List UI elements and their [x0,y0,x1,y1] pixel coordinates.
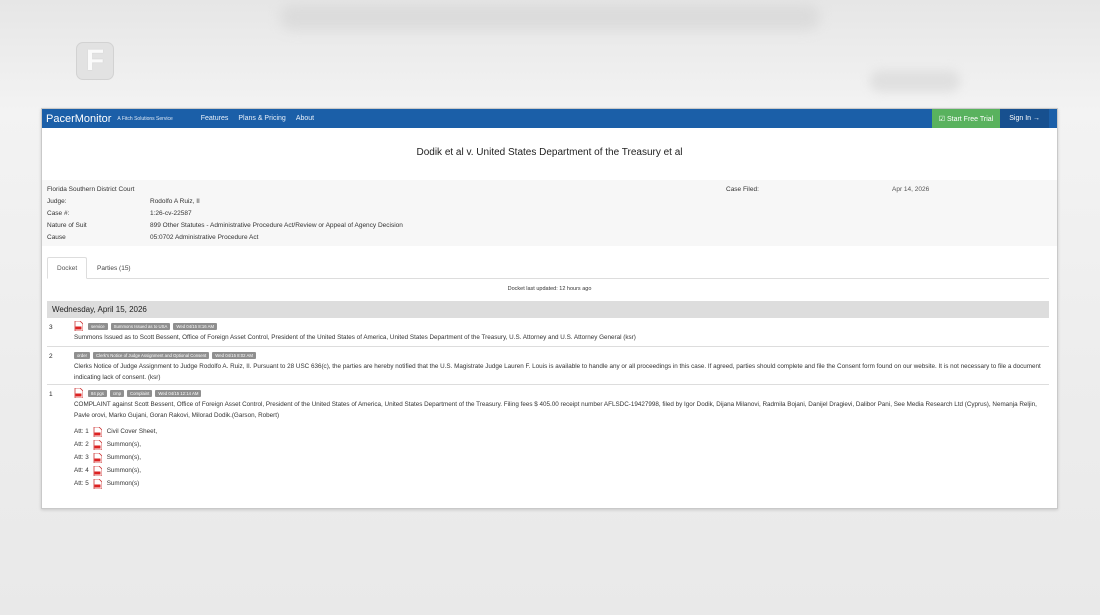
pdf-icon[interactable] [74,388,83,398]
entry-tag: Clerk's Notice of Judge Assignment and O… [93,351,210,359]
field-label: Judge: [47,198,67,205]
entry-tag: Wed 04/15 8:02 AM [212,351,256,359]
attachment-desc: Civil Cover Sheet, [106,428,158,435]
attachment-desc: Summon(s), [106,454,141,461]
info-row-judge: Judge: Rodolfo A Ruiz, II [47,198,200,205]
attachment-desc: Summon(s), [106,441,141,448]
entry-tag: cmp [109,389,125,397]
browser-page: PacerMonitor A Fitch Solutions Service F… [41,108,1058,509]
attachment-row[interactable]: Att: 3 Summon(s), [74,451,1049,464]
attachment-row[interactable]: Att: 1 Civil Cover Sheet, [74,425,1049,438]
attachment-desc: Summon(s) [106,480,140,487]
entry-number: 2 [49,353,53,360]
attachment-label: Att: 4 [74,467,89,474]
case-filed-label: Case Filed: [726,186,759,193]
entry-tag: Wed 04/15 12:14 AM [155,389,202,397]
pdf-icon[interactable] [93,452,102,463]
pdf-icon[interactable] [93,439,102,450]
case-title: Dodik et al v. United States Department … [416,147,683,158]
attachment-desc: Summon(s), [106,467,141,474]
court-name-text: Florida Southern District Court [47,186,135,193]
entry-number: 3 [49,324,53,331]
tab-parties[interactable]: Parties (15) [88,257,140,279]
entry-number: 1 [49,391,53,398]
case-filed-value: Apr 14, 2026 [892,186,930,193]
nav-link-plans-pricing[interactable]: Plans & Pricing [238,115,285,122]
pdf-icon[interactable] [74,321,83,331]
pdf-icon[interactable] [93,465,102,476]
top-navbar: PacerMonitor A Fitch Solutions Service F… [42,109,1057,128]
docket-date-heading: Wednesday, April 15, 2026 [47,301,1049,318]
field-label: Cause [47,234,66,241]
nav-link-features[interactable]: Features [201,115,229,122]
info-row-case-number: Case #: 1:26-cv-22587 [47,210,192,217]
entry-tag: Summons Issued as to USA [110,322,171,330]
info-row-cause: Cause 05:0702 Administrative Procedure A… [47,234,258,241]
tab-docket[interactable]: Docket [47,257,88,279]
brand-tagline: A Fitch Solutions Service [117,115,173,122]
start-free-trial-button[interactable]: ☑ Start Free Trial [931,109,1001,128]
entry-tag: order [74,351,91,359]
attachment-label: Att: 5 [74,480,89,487]
docket-entry: 2 order Clerk's Notice of Judge Assignme… [47,347,1049,385]
nav-links: Features Plans & Pricing About [201,115,324,122]
attachment-row[interactable]: Att: 2 Summon(s), [74,438,1049,451]
brand-logo[interactable]: PacerMonitor [46,113,111,125]
field-label: Case #: [47,210,70,217]
field-value: Rodolfo A Ruiz, II [150,198,200,205]
field-label: Nature of Suit [47,222,87,229]
pdf-icon[interactable] [93,478,102,489]
entry-text: COMPLAINT against Scott Bessent, Office … [74,401,1037,419]
field-value: 05:0702 Administrative Procedure Act [150,234,259,241]
docket-updated-note: Docket last updated: 12 hours ago [507,286,592,292]
docket-entry: 3 service Summons Issued as to USA Wed 0… [47,318,1049,347]
info-row-nature-of-suit: Nature of Suit 899 Other Statutes - Admi… [47,222,403,229]
attachment-row[interactable]: Att: 4 Summon(s), [74,464,1049,477]
court-name: Florida Southern District Court [47,186,134,193]
blurred-header-bar [280,4,820,30]
entry-text: Summons Issued as to Scott Bessent, Offi… [74,334,636,341]
entry-tag: service [88,322,108,330]
pdf-icon[interactable] [93,426,102,437]
nav-link-about[interactable]: About [296,115,314,122]
blurred-right-element [870,70,960,92]
field-value: 1:26-cv-22587 [150,210,192,217]
case-info-panel: Florida Southern District Court Judge: R… [42,180,1057,246]
attachment-label: Att: 3 [74,454,89,461]
attachment-label: Att: 2 [74,441,89,448]
entry-tag: Complaint [127,389,153,397]
attachment-label: Att: 1 [74,428,89,435]
field-value: 899 Other Statutes - Administrative Proc… [150,222,403,229]
sign-in-button[interactable]: Sign In → [1000,109,1049,128]
entry-tag: 84 pgs [88,389,107,397]
entry-text: Clerks Notice of Judge Assignment to Jud… [74,363,1041,381]
f-logo-icon: F [76,42,114,80]
entry-tag: Wed 04/15 8:16 AM [173,322,218,330]
nav-actions: ☑ Start Free Trial Sign In → [931,109,1049,128]
docket-entry: 1 84 pgs cmp Complaint Wed 04/15 12:14 A… [47,385,1049,508]
tab-bar: Docket Parties (15) [47,257,1049,279]
attachment-row[interactable]: Att: 5 Summon(s) [74,477,1049,490]
